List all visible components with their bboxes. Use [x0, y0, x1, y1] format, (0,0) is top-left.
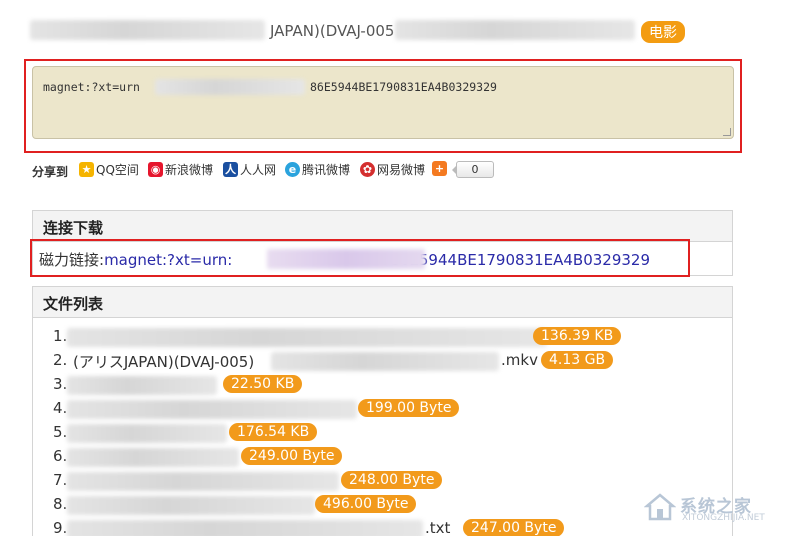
share-more[interactable]: +: [432, 161, 449, 176]
file-item[interactable]: 7. 248.00 Byte: [53, 471, 713, 493]
share-qzone[interactable]: ★ QQ空间: [79, 161, 139, 178]
weibo-icon: ◉: [148, 162, 163, 177]
file-list-panel: 文件列表 1. 136.39 KB 2. (アリスJAPAN)(DVAJ-005…: [32, 286, 733, 536]
file-size-badge: 496.00 Byte: [315, 495, 417, 513]
share-count: 0: [452, 161, 494, 178]
share-renren[interactable]: 人 人人网: [223, 161, 276, 178]
file-item[interactable]: 3. 22.50 KB: [53, 375, 713, 397]
file-item[interactable]: 2. (アリスJAPAN)(DVAJ-005) .mkv 4.13 GB: [53, 351, 713, 373]
share-weibo[interactable]: ◉ 新浪微博: [148, 161, 213, 178]
more-plus-icon: +: [432, 161, 447, 176]
file-name: (アリスJAPAN)(DVAJ-005): [73, 353, 255, 371]
file-size-badge: 249.00 Byte: [241, 447, 343, 465]
category-badge[interactable]: 电影: [641, 21, 685, 43]
file-size-badge: 136.39 KB: [533, 327, 622, 345]
file-item[interactable]: 9. .txt 247.00 Byte: [53, 519, 713, 536]
share-label: 分享到: [32, 165, 69, 179]
file-ext: .txt: [425, 519, 451, 536]
watermark: 系统之家 XITONGZHIJIA.NET: [640, 488, 780, 528]
magnet-text-suffix: 86E5944BE1790831EA4B0329329: [310, 80, 497, 94]
watermark-url: XITONGZHIJIA.NET: [682, 513, 765, 523]
file-item[interactable]: 5. 176.54 KB: [53, 423, 713, 445]
file-item[interactable]: 8. 496.00 Byte: [53, 495, 713, 517]
tencent-weibo-icon: e: [285, 162, 300, 177]
qzone-icon: ★: [79, 162, 94, 177]
file-size-badge: 22.50 KB: [223, 375, 303, 393]
magnet-text-prefix: magnet:?xt=urn: [43, 80, 140, 94]
file-size-badge: 199.00 Byte: [358, 399, 460, 417]
file-item[interactable]: 1. 136.39 KB: [53, 327, 713, 349]
download-panel-title: 连接下载: [33, 211, 732, 242]
resize-grip-icon[interactable]: [723, 128, 731, 136]
highlight-box-magnet-link: [30, 239, 690, 277]
share-netease-weibo[interactable]: ✿ 网易微博: [360, 161, 425, 178]
file-item[interactable]: 4. 199.00 Byte: [53, 399, 713, 421]
house-logo-icon: [644, 493, 676, 521]
file-size-badge: 176.54 KB: [229, 423, 318, 441]
file-size-badge: 4.13 GB: [541, 351, 614, 369]
file-size-badge: 247.00 Byte: [463, 519, 565, 536]
file-item[interactable]: 6. 249.00 Byte: [53, 447, 713, 469]
file-list-title: 文件列表: [33, 287, 732, 318]
file-size-badge: 248.00 Byte: [341, 471, 443, 489]
netease-weibo-icon: ✿: [360, 162, 375, 177]
page-title: JAPAN)(DVAJ-005: [270, 22, 395, 40]
file-ext: .mkv: [501, 351, 538, 369]
magnet-textarea[interactable]: magnet:?xt=urn 86E5944BE1790831EA4B03293…: [32, 66, 734, 139]
share-tencent-weibo[interactable]: e 腾讯微博: [285, 161, 350, 178]
renren-icon: 人: [223, 162, 238, 177]
page-title-row: JAPAN)(DVAJ-005 电影: [0, 0, 785, 48]
